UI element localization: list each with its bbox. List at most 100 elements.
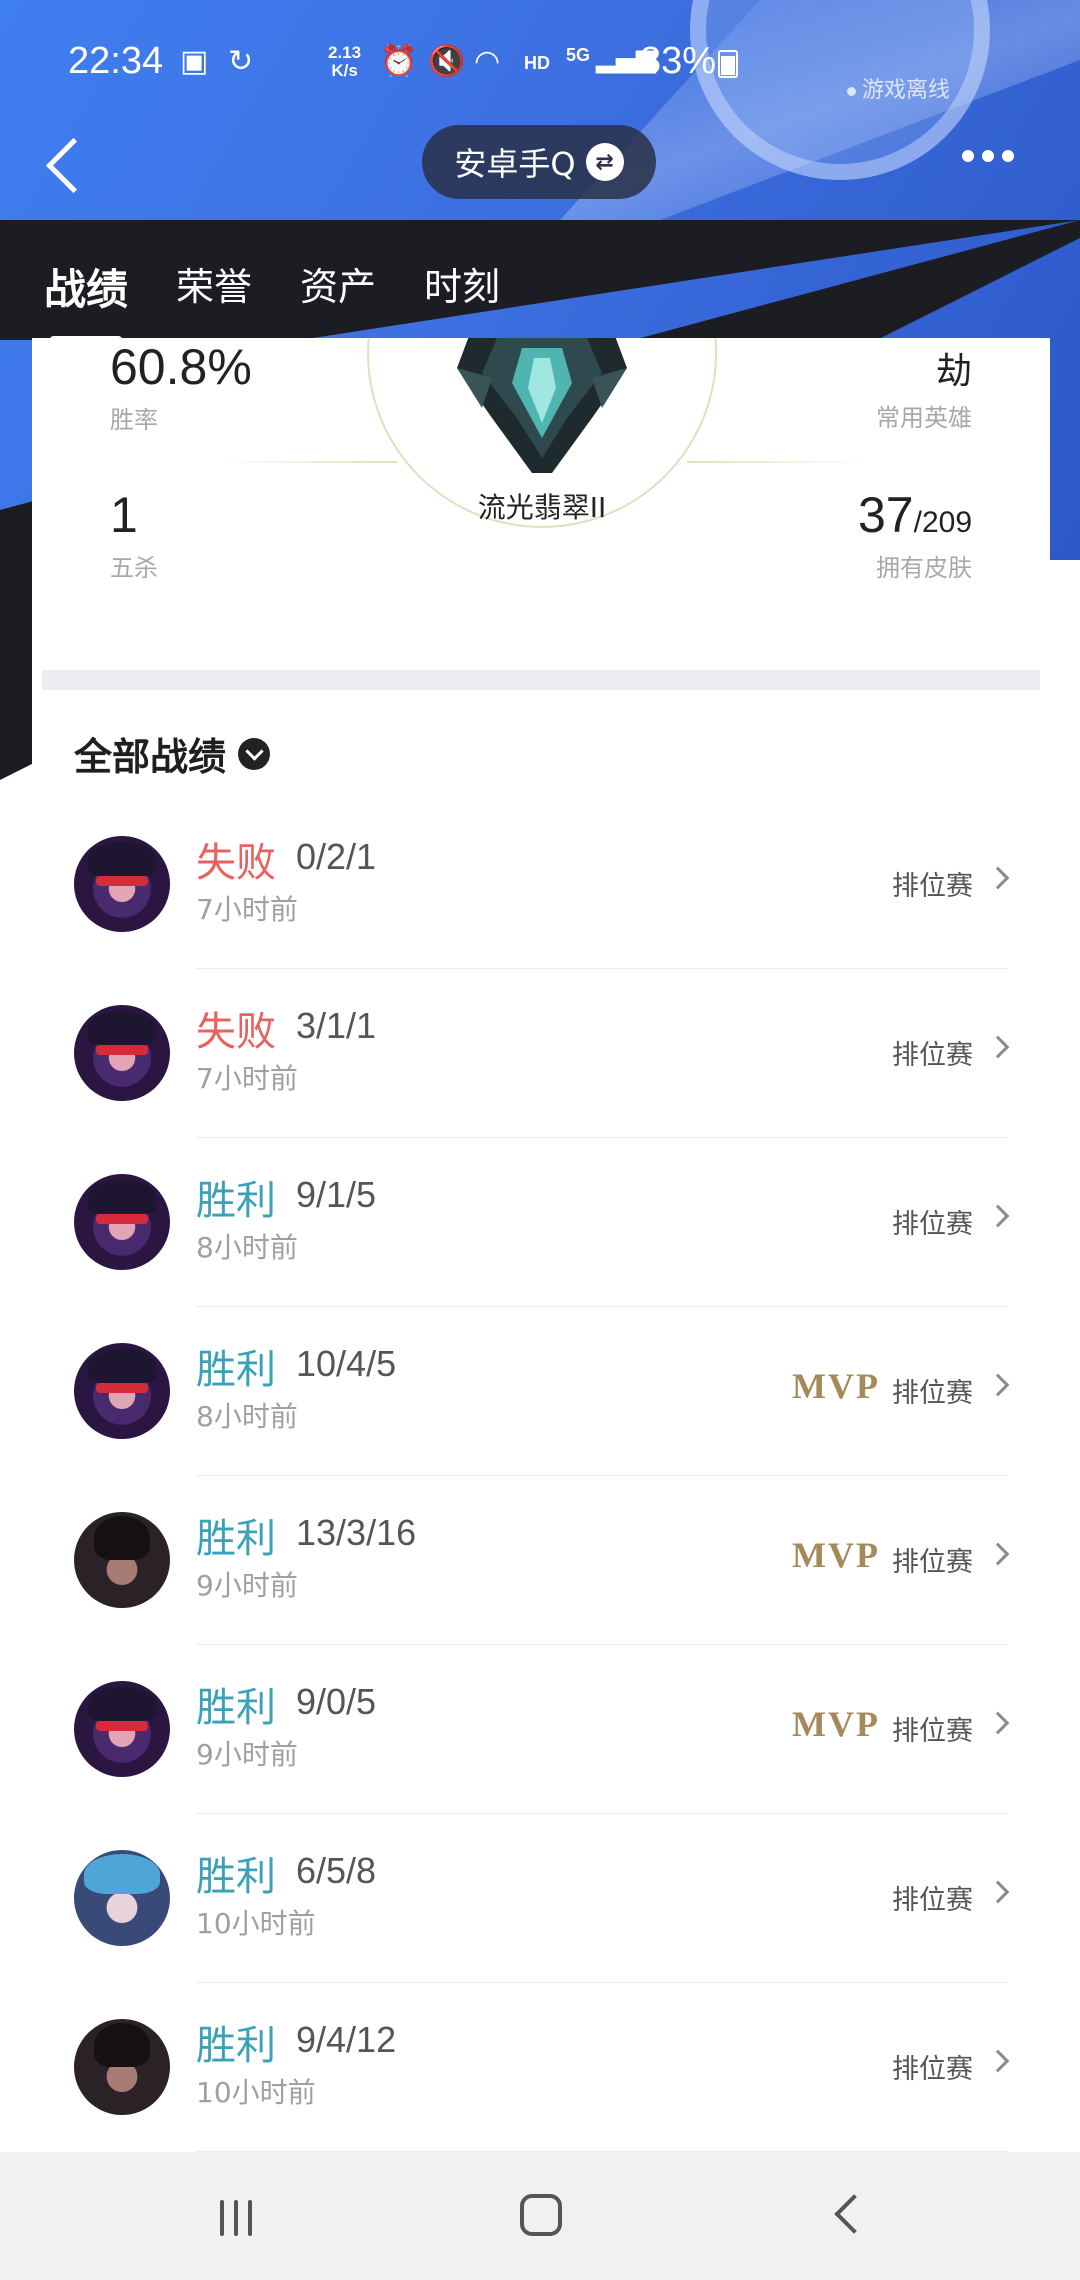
hero-avatar [74,1512,170,1608]
more-button[interactable] [962,150,1014,162]
chevron-down-icon [238,737,271,770]
chevron-right-icon [986,2049,1010,2073]
mvp-badge: MVP [792,1535,880,1575]
match-result: 失败 [196,840,276,886]
account-name: 安卓手Q [454,145,576,183]
battery-icon [718,50,738,78]
chevron-right-icon [986,866,1010,890]
section-title: 全部战绩 [74,735,227,779]
rank-arc-line-right [687,461,867,463]
network-type: 5G [566,45,591,65]
chevron-right-icon [986,1880,1010,1904]
match-mode: 排位赛 [892,2054,973,2085]
match-mode: 排位赛 [892,1209,973,1240]
match-row[interactable]: 胜利 10/4/5 8小时前 MVP 排位赛 [32,1307,1050,1476]
pentakill-stat: 1 五杀 [110,487,158,582]
match-kda: 6/5/8 [296,1850,377,1891]
match-mode: 排位赛 [892,1378,973,1409]
match-kda: 3/1/1 [296,1005,377,1046]
chevron-right-icon [986,1373,1010,1397]
match-row[interactable]: 胜利 9/0/5 9小时前 MVP 排位赛 [32,1645,1050,1814]
match-time: 7小时前 [196,893,298,926]
network-speed: 2.13 K/s [328,43,362,80]
hero-avatar [74,1850,170,1946]
tab-honor[interactable]: 荣誉 [176,256,252,317]
section-divider [42,670,1040,690]
match-time: 8小时前 [196,1231,298,1264]
match-kda: 10/4/5 [296,1343,397,1384]
match-list: 失败 0/2/1 7小时前 排位赛 失败 3/1/1 7小时前 排位赛 胜利 9… [32,800,1050,2152]
rank-arc-line-left [217,461,397,463]
match-row[interactable]: 失败 3/1/1 7小时前 排位赛 [32,969,1050,1138]
chevron-right-icon [986,1542,1010,1566]
hero-avatar [74,1343,170,1439]
match-row[interactable]: 胜利 6/5/8 10小时前 排位赛 [32,1814,1050,1983]
match-time: 10小时前 [196,1907,316,1940]
match-result: 胜利 [196,2023,276,2069]
match-row[interactable]: 胜利 9/1/5 8小时前 排位赛 [32,1138,1050,1307]
match-mode: 排位赛 [892,1040,973,1071]
tab-assets[interactable]: 资产 [300,256,376,317]
stats-panel: 流光翡翠II 60.8% 胜率 1 五杀 劫 常用英雄 37/209 拥有皮肤 [32,338,1050,668]
match-kda: 13/3/16 [296,1512,417,1553]
match-result: 胜利 [196,1178,276,1224]
hero-avatar [74,1681,170,1777]
back-button[interactable] [40,128,100,198]
status-time: 22:34 [68,40,164,82]
hero-avatar [74,1005,170,1101]
rank-name: 流光翡翠II [477,491,607,524]
match-time: 9小时前 [196,1738,298,1771]
match-mode: 排位赛 [892,1885,973,1916]
match-time: 9小时前 [196,1569,298,1602]
tab-records[interactable]: 战绩 [44,256,128,343]
match-kda: 0/2/1 [296,836,377,877]
gallery-icon: ▣ [180,44,209,79]
tab-bar: 战绩 荣誉 资产 时刻 [44,256,500,343]
match-time: 7小时前 [196,1062,298,1095]
records-card: 流光翡翠II 60.8% 胜率 1 五杀 劫 常用英雄 37/209 拥有皮肤 … [32,338,1050,2158]
hd-indicator: HD [524,53,550,73]
match-kda: 9/4/12 [296,2019,397,2060]
hero-avatar [74,836,170,932]
mvp-badge: MVP [792,1366,880,1406]
more-icon [962,150,974,162]
chevron-right-icon [986,1711,1010,1735]
battery-percent: 83% [640,40,717,82]
match-result: 失败 [196,1009,276,1055]
status-bar: 22:34 ▣ ↻ 2.13 K/s ⏰ 🔇 ◠ HD 5G ▂▄▆ 83% [0,0,1080,130]
swap-icon: ⇄ [585,143,624,181]
hero-avatar [74,1174,170,1270]
all-records-filter[interactable]: 全部战绩 [74,726,271,781]
mvp-badge: MVP [792,1704,880,1744]
tab-moments[interactable]: 时刻 [424,256,500,317]
match-kda: 9/0/5 [296,1681,377,1722]
system-nav-bar [0,2152,1080,2280]
match-row[interactable]: 胜利 13/3/16 9小时前 MVP 排位赛 [32,1476,1050,1645]
chevron-right-icon [986,1035,1010,1059]
mute-icon: 🔇 [428,44,466,79]
alarm-icon: ⏰ [380,44,418,79]
match-mode: 排位赛 [892,1716,973,1747]
match-result: 胜利 [196,1685,276,1731]
match-time: 8小时前 [196,1400,298,1433]
match-row[interactable]: 失败 0/2/1 7小时前 排位赛 [32,800,1050,969]
recents-icon [220,2200,224,2236]
skins-stat[interactable]: 37/209 拥有皮肤 [858,486,972,583]
wifi-icon: ◠ [474,44,501,79]
match-result: 胜利 [196,1347,276,1393]
match-time: 10小时前 [196,2076,316,2109]
rank-emblem-icon [457,338,627,473]
match-mode: 排位赛 [892,871,973,902]
common-hero-stat[interactable]: 劫 常用英雄 [876,342,972,433]
recents-button[interactable] [220,2200,252,2236]
match-kda: 9/1/5 [296,1174,377,1215]
match-row[interactable]: 胜利 9/4/12 10小时前 排位赛 [32,1983,1050,2152]
home-button[interactable] [520,2194,562,2236]
hero-avatar [74,2019,170,2115]
system-back-button[interactable] [834,2194,874,2234]
match-result: 胜利 [196,1854,276,1900]
win-rate-stat: 60.8% 胜率 [110,339,252,434]
sync-icon: ↻ [228,44,254,79]
account-switcher[interactable]: 安卓手Q ⇄ [422,125,656,199]
chevron-right-icon [986,1204,1010,1228]
